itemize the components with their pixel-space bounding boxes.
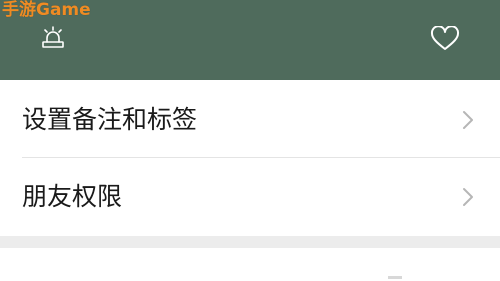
menu-item-label: 设置备注和标签 xyxy=(22,105,198,134)
next-section xyxy=(0,248,500,281)
section-separator xyxy=(0,236,500,248)
menu-divider xyxy=(22,157,500,158)
partial-content-mark xyxy=(388,276,402,279)
chevron-right-icon xyxy=(463,111,473,129)
favorite-button[interactable] xyxy=(430,25,460,52)
watermark-logo: 手游Game xyxy=(2,0,91,20)
alarm-button[interactable] xyxy=(40,26,66,50)
menu-item-remarks-tags[interactable]: 设置备注和标签 xyxy=(0,82,500,158)
contact-profile-screen: 手游Game 设置备注和标签 朋友权限 xyxy=(0,0,500,281)
chevron-right-icon xyxy=(463,188,473,206)
alarm-light-icon xyxy=(42,26,64,48)
menu-item-friend-permissions[interactable]: 朋友权限 xyxy=(0,159,500,235)
heart-outline-icon xyxy=(430,25,460,50)
menu-item-label: 朋友权限 xyxy=(22,182,123,211)
